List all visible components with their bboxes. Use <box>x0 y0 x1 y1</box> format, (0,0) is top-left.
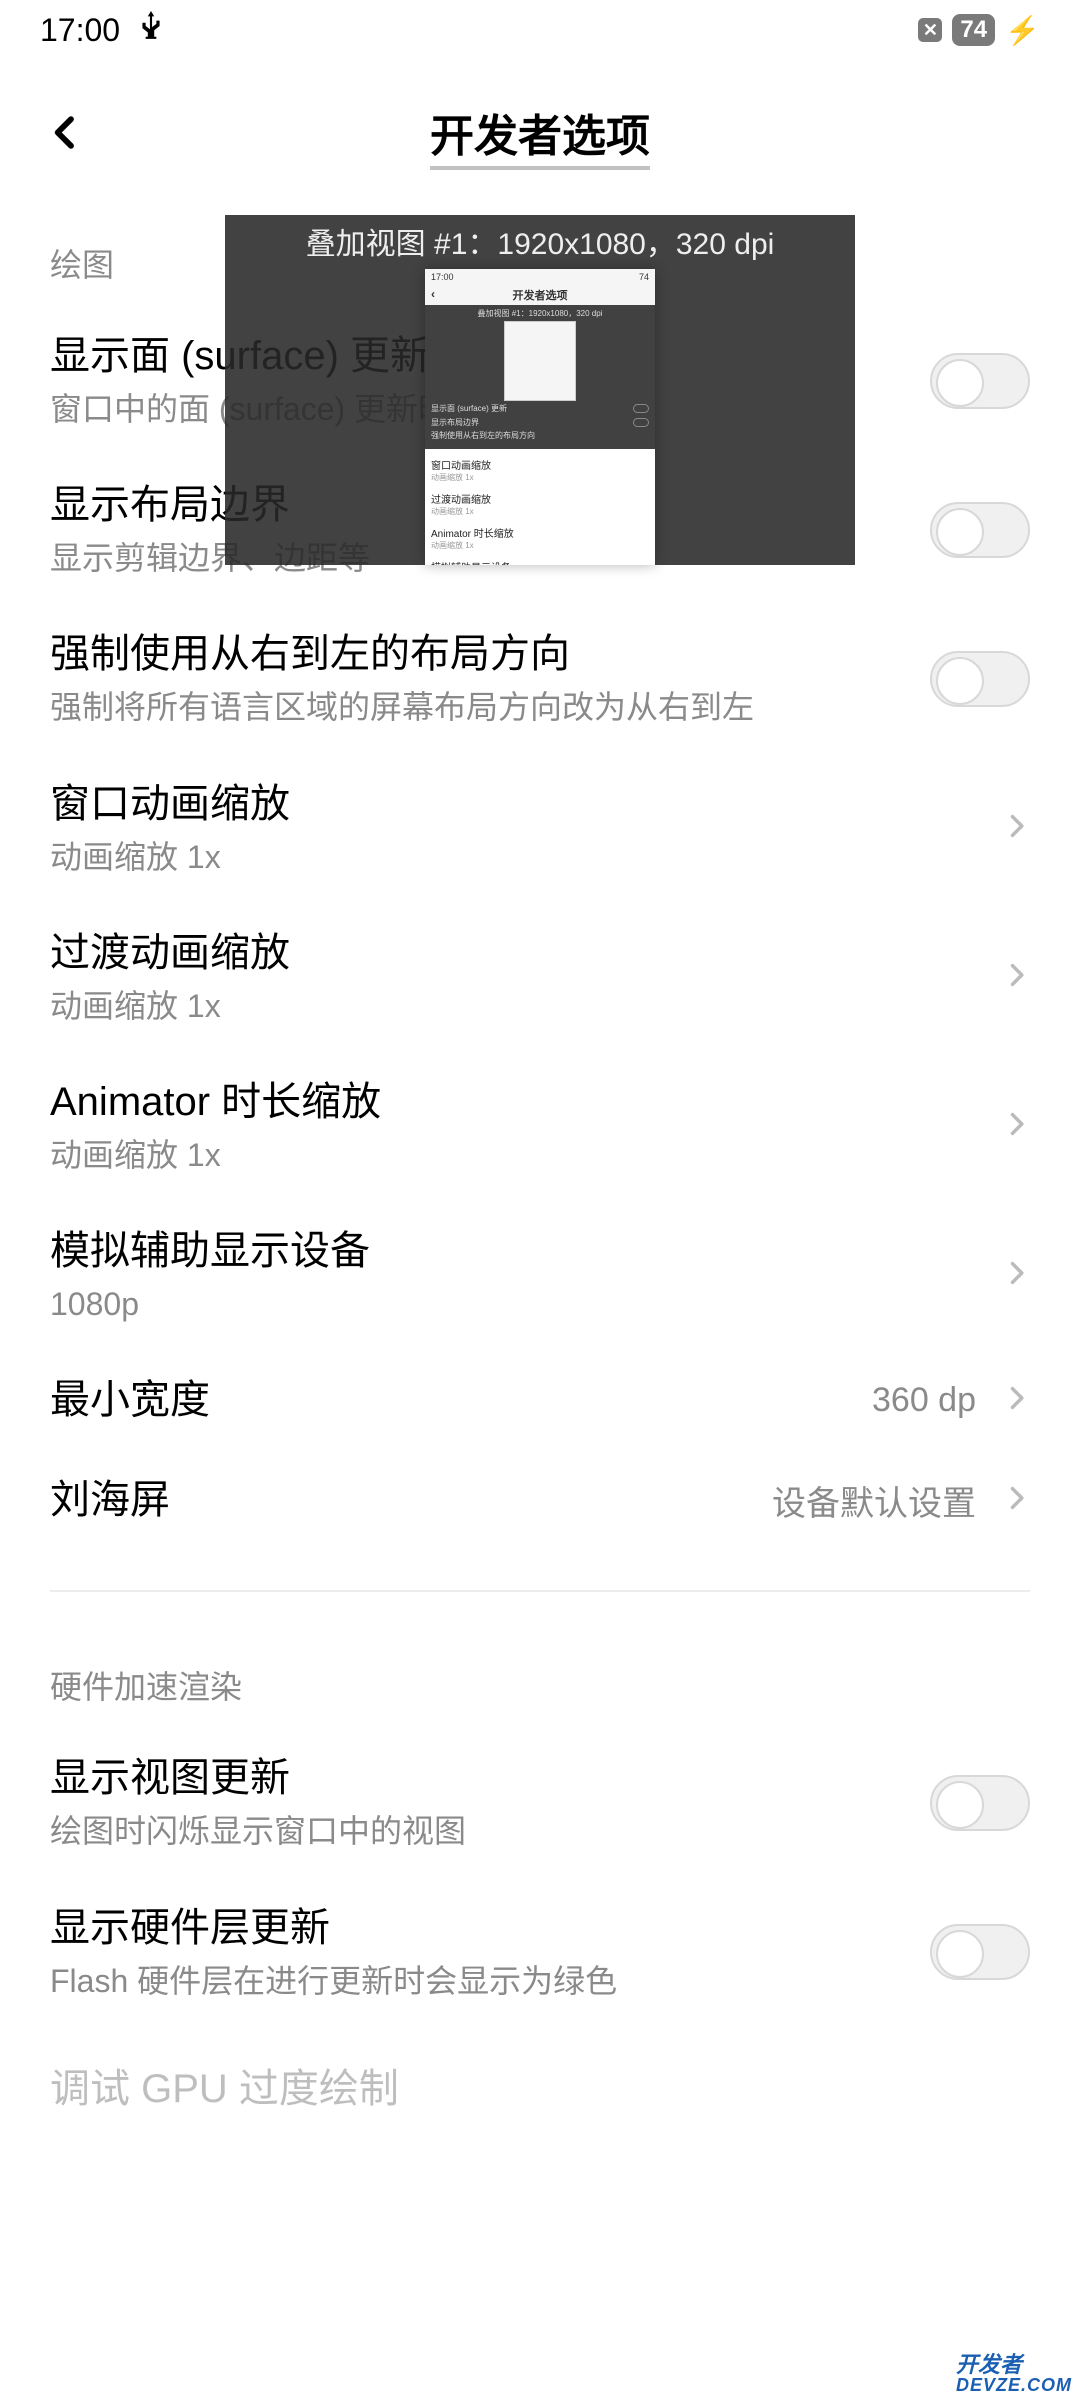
watermark: 开发者 DEVZE.COM <box>956 2354 1072 2394</box>
header: 开发者选项 <box>0 60 1080 210</box>
status-bar: 17:00 ✕ 74 ⚡ <box>0 0 1080 60</box>
thumb-title: 开发者选项 <box>513 290 568 302</box>
overlay-thumbnail: 17:00 74 ‹ 开发者选项 叠加视图 #1：1920x1080，320 d… <box>425 269 655 565</box>
row-sub: 1080p <box>50 1283 992 1326</box>
chevron-right-icon <box>1002 1484 1030 1517</box>
row-sub: 动画缩放 1x <box>50 1134 992 1177</box>
row-title: 调试 GPU 过度绘制 <box>50 2063 1030 2115</box>
toggle-surface-update[interactable] <box>930 353 1030 409</box>
charging-icon: ⚡ <box>1005 14 1040 47</box>
watermark-bot: DEVZE.COM <box>956 2376 1072 2394</box>
chevron-right-icon <box>1002 1259 1030 1292</box>
row-title: 模拟辅助显示设备 <box>50 1225 992 1277</box>
thumb-time: 17:00 <box>431 272 454 282</box>
row-title: 显示视图更新 <box>50 1752 930 1804</box>
row-sub: Flash 硬件层在进行更新时会显示为绿色 <box>50 1960 930 2003</box>
page-title: 开发者选项 <box>430 100 650 170</box>
row-sub: 强制将所有语言区域的屏幕布局方向改为从右到左 <box>50 686 930 729</box>
row-title: Animator 时长缩放 <box>50 1076 992 1128</box>
thumb-overlay-title: 叠加视图 #1：1920x1080，320 dpi <box>431 309 649 319</box>
thumb-back-icon: ‹ <box>431 287 435 301</box>
toggle-layout-bounds[interactable] <box>930 502 1030 558</box>
chevron-right-icon <box>1002 812 1030 845</box>
row-show-view-updates[interactable]: 显示视图更新 绘图时闪烁显示窗口中的视图 <box>50 1728 1030 1877</box>
back-button[interactable] <box>46 113 86 158</box>
overlay-title: 叠加视图 #1：1920x1080，320 dpi <box>306 219 775 263</box>
row-notch[interactable]: 刘海屏 设备默认设置 <box>50 1450 1030 1550</box>
status-time: 17:00 <box>40 12 120 49</box>
row-sub: 动画缩放 1x <box>50 836 992 879</box>
toggle-show-hw-layer[interactable] <box>930 1924 1030 1980</box>
row-sub: 绘图时闪烁显示窗口中的视图 <box>50 1810 930 1853</box>
row-title: 最小宽度 <box>50 1374 872 1426</box>
row-force-rtl[interactable]: 强制使用从右到左的布局方向 强制将所有语言区域的屏幕布局方向改为从右到左 <box>50 604 1030 753</box>
row-show-hw-layer[interactable]: 显示硬件层更新 Flash 硬件层在进行更新时会显示为绿色 <box>50 1878 1030 2027</box>
row-title: 过渡动画缩放 <box>50 927 992 979</box>
thumb-nested-preview <box>504 321 576 401</box>
row-gpu-overdraw[interactable]: 调试 GPU 过度绘制 <box>50 2027 1030 2127</box>
row-window-anim[interactable]: 窗口动画缩放 动画缩放 1x <box>50 754 1030 903</box>
row-min-width[interactable]: 最小宽度 360 dp <box>50 1350 1030 1450</box>
row-title: 显示硬件层更新 <box>50 1902 930 1954</box>
row-title: 强制使用从右到左的布局方向 <box>50 628 930 680</box>
toggle-force-rtl[interactable] <box>930 651 1030 707</box>
row-value: 360 dp <box>872 1381 976 1420</box>
row-transition-anim[interactable]: 过渡动画缩放 动画缩放 1x <box>50 903 1030 1052</box>
thumb-batt: 74 <box>639 272 649 282</box>
chevron-right-icon <box>1002 961 1030 994</box>
section-hw-render: 硬件加速渲染 <box>50 1662 1030 1708</box>
no-sim-icon: ✕ <box>918 18 942 42</box>
row-value: 设备默认设置 <box>772 1476 976 1525</box>
row-animator-dur[interactable]: Animator 时长缩放 动画缩放 1x <box>50 1052 1030 1201</box>
toggle-show-view-updates[interactable] <box>930 1775 1030 1831</box>
secondary-display-overlay[interactable]: 叠加视图 #1：1920x1080，320 dpi 17:00 74 ‹ 开发者… <box>225 215 855 565</box>
divider <box>50 1590 1030 1592</box>
row-secondary-display[interactable]: 模拟辅助显示设备 1080p <box>50 1201 1030 1350</box>
chevron-right-icon <box>1002 1110 1030 1143</box>
usb-icon <box>138 11 164 49</box>
row-sub: 动画缩放 1x <box>50 985 992 1028</box>
row-title: 窗口动画缩放 <box>50 778 992 830</box>
chevron-right-icon <box>1002 1384 1030 1417</box>
watermark-top: 开发者 <box>956 2354 1072 2376</box>
row-title: 刘海屏 <box>50 1474 772 1526</box>
battery-badge: 74 <box>952 14 995 46</box>
